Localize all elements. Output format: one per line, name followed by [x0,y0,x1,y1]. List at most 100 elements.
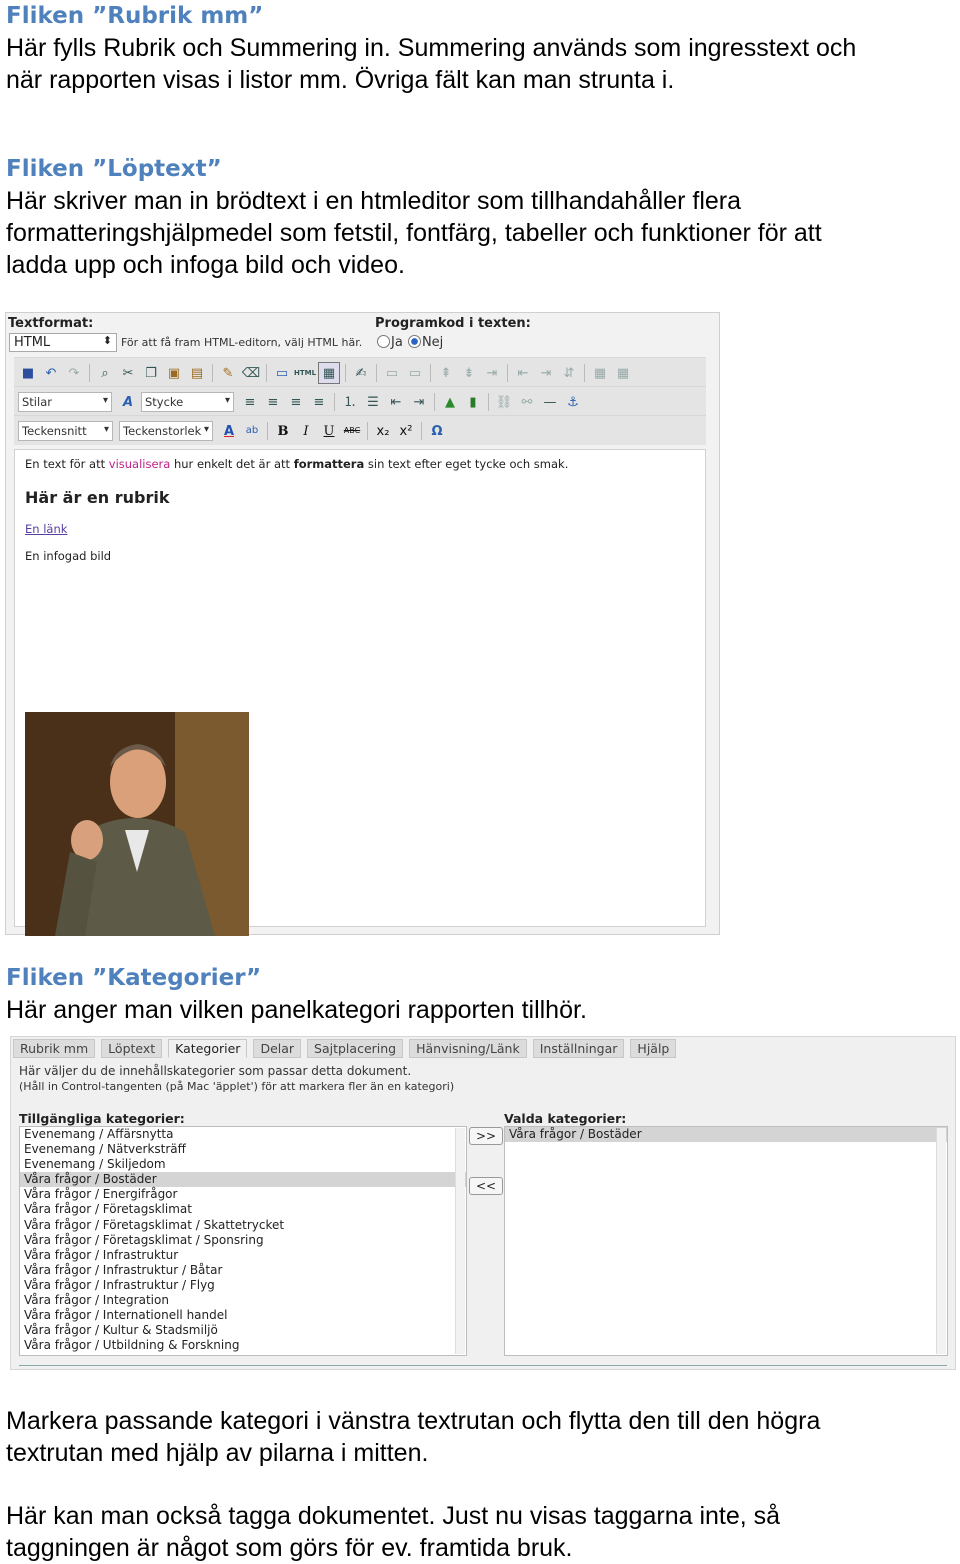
font-dropdown[interactable]: Teckensnitt [18,421,113,441]
categories-panel-screenshot: Rubrik mm Löptext Kategorier Delar Sajtp… [10,1036,956,1370]
special-char-icon[interactable]: Ω [427,421,447,441]
paragraph-line: Markera passande kategori i vänstra text… [6,1407,821,1435]
radio-ja[interactable] [377,335,390,348]
updown-icon: ⬍ [102,334,112,347]
section-heading-rubrik: Fliken ”Rubrik mm” [6,3,264,29]
delete-row-icon[interactable]: ⇥ [482,363,502,383]
font-color-icon[interactable]: A [219,421,239,441]
list-item[interactable]: Våra frågor / Infrastruktur / Båtar [20,1263,466,1278]
undo-icon[interactable]: ↶ [41,363,61,383]
list-item[interactable]: Våra frågor / Kultur & Stadsmiljö [20,1323,466,1338]
superscript-icon[interactable]: x² [396,421,416,441]
split-cell-icon[interactable]: ▦ [590,363,610,383]
styles-icon[interactable]: A [118,392,138,412]
table-cell-icon[interactable]: ▭ [405,363,425,383]
insert-row-before-icon[interactable]: ⇞ [436,363,456,383]
list-item[interactable]: Våra frågor / Bostäder [20,1172,466,1188]
scrollbar[interactable] [936,1128,946,1354]
tab-delar[interactable]: Delar [253,1039,302,1058]
insert-image-icon[interactable]: ▲ [440,392,460,412]
insert-row-after-icon[interactable]: ⇟ [459,363,479,383]
find-icon[interactable]: ⌕ [95,363,115,383]
list-item[interactable]: Våra frågor / Utbildning & Forskning [20,1338,466,1353]
list-item[interactable]: Våra frågor / Integration [20,1293,466,1308]
preview-icon[interactable]: ▭ [272,363,292,383]
tab-installningar[interactable]: Inställningar [532,1039,625,1058]
textformat-select[interactable]: HTML ⬍ [9,333,117,352]
bold-icon[interactable]: B [273,421,293,441]
align-center-icon[interactable]: ≡ [263,392,283,412]
tab-rubrik[interactable]: Rubrik mm [13,1039,96,1058]
indent-icon[interactable]: ⇥ [409,392,429,412]
table-icon[interactable]: ▦ [318,362,340,384]
edit-icon[interactable]: ✍ [351,363,371,383]
categories-subnote: (Håll in Control-tangenten (på Mac 'äppl… [19,1080,455,1093]
insert-media-icon[interactable]: ▮ [463,392,483,412]
list-item[interactable]: Våra frågor / Företagsklimat [20,1202,466,1217]
tab-loptext[interactable]: Löptext [101,1039,163,1058]
strikethrough-icon[interactable]: ABC [342,421,362,441]
list-item[interactable]: Våra frågor / Infrastruktur [20,1248,466,1263]
align-justify-icon[interactable]: ≡ [309,392,329,412]
merge-cell-icon[interactable]: ▦ [613,363,633,383]
radio-nej[interactable] [407,335,421,348]
editor-content-area[interactable]: En text för att visualisera hur enkelt d… [14,449,706,936]
insert-col-after-icon[interactable]: ⇥ [536,363,556,383]
content-link[interactable]: En länk [25,522,67,536]
paste-word-icon[interactable]: ▤ [187,363,207,383]
selected-label: Valda kategorier: [504,1111,627,1126]
table-row-icon[interactable]: ▭ [382,363,402,383]
fontsize-dropdown-label: Teckenstorlek [123,424,202,438]
tab-hanvisning[interactable]: Hänvisning/Länk [409,1039,527,1058]
save-icon[interactable]: ■ [18,363,38,383]
tab-kategorier[interactable]: Kategorier [168,1039,248,1058]
copy-icon[interactable]: ❐ [141,363,161,383]
tab-hjalp[interactable]: Hjälp [630,1039,677,1058]
redo-icon[interactable]: ↷ [64,363,84,383]
paste-icon[interactable]: ▣ [164,363,184,383]
list-item[interactable]: Evenemang / Nätverksträff [20,1142,466,1157]
add-category-button[interactable]: >> [469,1127,503,1145]
paragraph-dropdown[interactable]: Stycke [141,392,234,412]
list-item[interactable]: Våra frågor / Företagsklimat / Sponsring [20,1233,466,1248]
tab-sajtplacering[interactable]: Sajtplacering [307,1039,404,1058]
unlink-icon[interactable]: ⚯ [517,392,537,412]
align-right-icon[interactable]: ≡ [286,392,306,412]
cut-icon[interactable]: ✂ [118,363,138,383]
subscript-icon[interactable]: x₂ [373,421,393,441]
align-left-icon[interactable]: ≡ [240,392,260,412]
fontsize-dropdown[interactable]: Teckenstorlek [119,421,213,441]
delete-col-icon[interactable]: ⇵ [559,363,579,383]
anchor-icon[interactable]: ⚓ [563,392,583,412]
paragraph-line: när rapporten visas i listor mm. Övriga … [6,66,675,94]
list-item[interactable]: Våra frågor / Företagsklimat / Skattetry… [20,1218,466,1233]
numbered-list-icon[interactable]: ⒈ [340,392,360,412]
list-item[interactable]: Våra frågor / Internationell handel [20,1308,466,1323]
link-icon[interactable]: ⛓ [494,392,514,412]
html-source-icon[interactable]: HTML [294,363,316,383]
selected-categories-list[interactable]: Våra frågor / Bostäder [504,1126,948,1356]
highlight-color-icon[interactable]: ab [242,421,262,441]
italic-icon[interactable]: I [296,421,316,441]
insert-col-before-icon[interactable]: ⇤ [513,363,533,383]
html-editor-screenshot: Textformat: HTML ⬍ För att få fram HTML-… [5,312,720,936]
outdent-icon[interactable]: ⇤ [386,392,406,412]
underline-icon[interactable]: U [319,421,339,441]
bullet-list-icon[interactable]: ☰ [363,392,383,412]
available-categories-list[interactable]: Evenemang / Affärsnytta Evenemang / Nätve… [19,1126,467,1356]
list-item[interactable]: Evenemang / Skiljedom [20,1157,466,1172]
styles-dropdown[interactable]: Stilar [18,392,112,412]
scrollbar[interactable] [455,1128,465,1354]
list-item[interactable]: Våra frågor / Energifrågor [20,1187,466,1202]
available-label: Tillgängliga kategorier: [19,1111,185,1126]
list-item[interactable]: Evenemang / Affärsnytta [20,1127,466,1142]
eraser-icon[interactable]: ⌫ [241,363,261,383]
paragraph-line: textrutan med hjälp av pilarna i mitten. [6,1439,429,1467]
remove-category-button[interactable]: << [469,1177,503,1195]
textformat-value: HTML [14,335,51,350]
list-item[interactable]: Våra frågor / Infrastruktur / Flyg [20,1278,466,1293]
categories-note: Här väljer du de innehållskategorier som… [19,1064,412,1078]
horizontal-rule-icon[interactable]: — [540,392,560,412]
cleanup-icon[interactable]: ✎ [218,363,238,383]
list-item[interactable]: Våra frågor / Bostäder [505,1127,947,1143]
